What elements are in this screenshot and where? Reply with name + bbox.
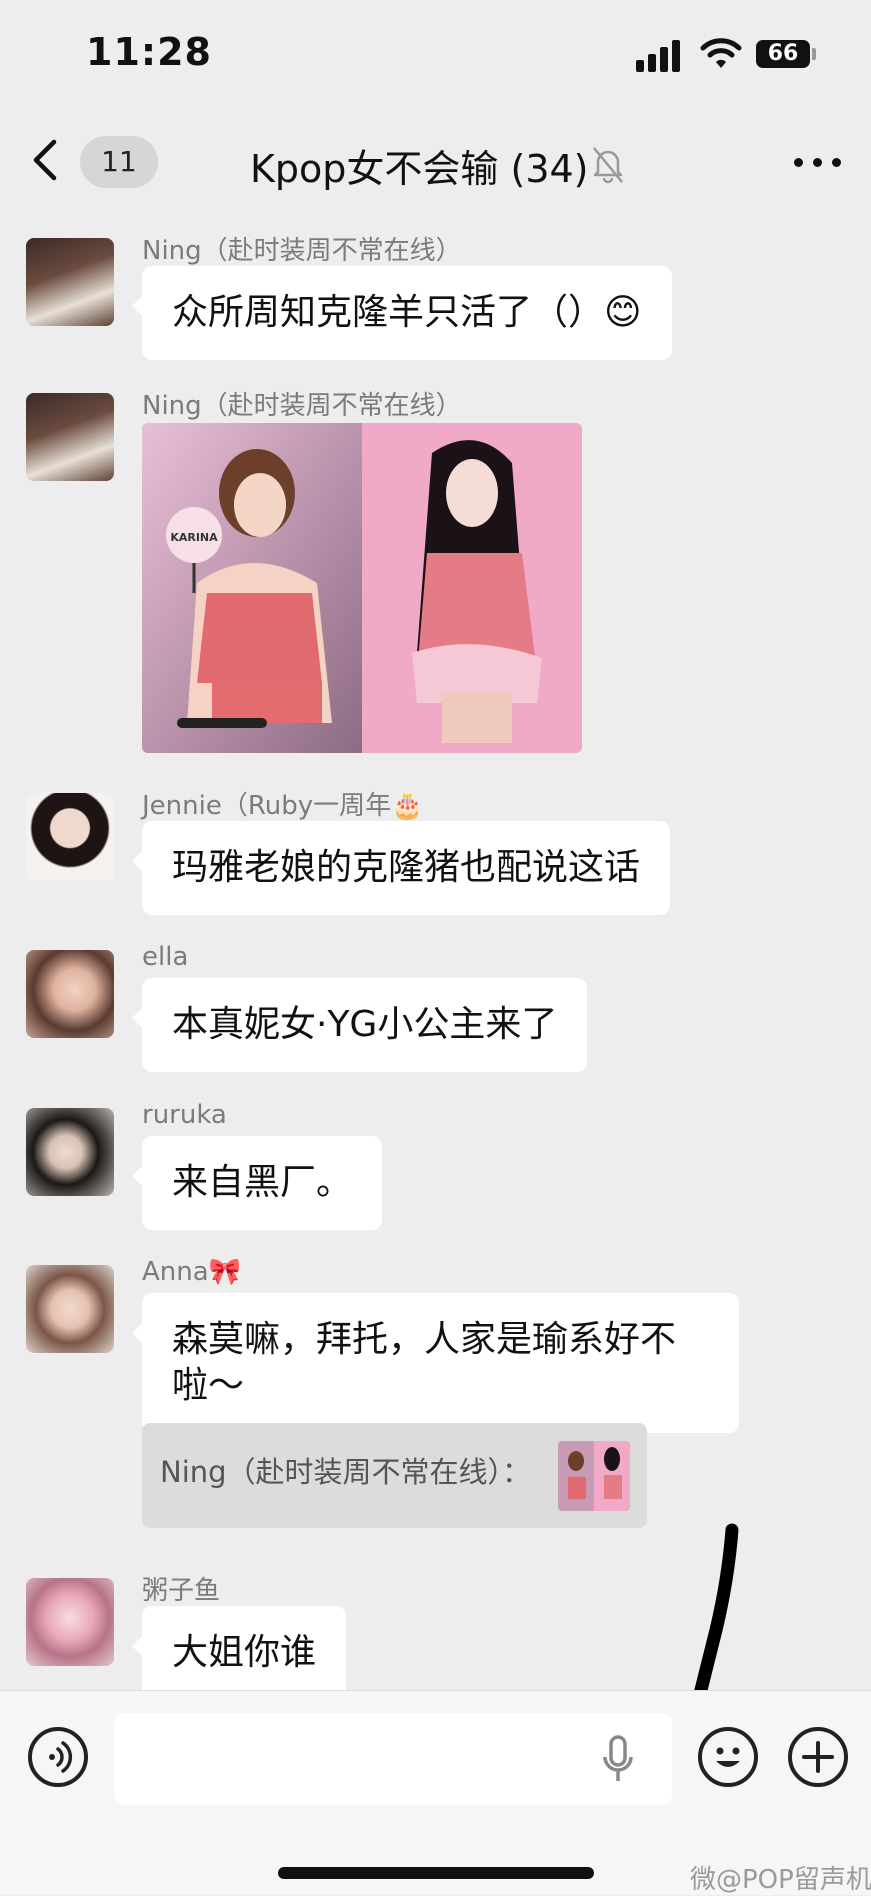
chat-header: 11 Kpop女不会输 (34) bbox=[0, 110, 871, 210]
more-options-button[interactable] bbox=[792, 140, 844, 180]
signal-icon bbox=[636, 38, 682, 72]
sender-name: ruruka bbox=[142, 1100, 227, 1130]
message-bubble[interactable]: 来自黑厂。 bbox=[131, 1136, 383, 1230]
quoted-image-thumbnail[interactable] bbox=[558, 1441, 630, 1511]
message-bubble[interactable]: 玛雅老娘的克隆猪也配说这话 bbox=[131, 821, 671, 915]
message-text-line: 森莫嘛，拜托，人家是瑜系好不 bbox=[172, 1319, 677, 1360]
emoji-icon bbox=[716, 1747, 740, 1767]
mic-icon[interactable] bbox=[600, 1735, 636, 1785]
message-item: ella 本真妮女·YG小公主来了 bbox=[0, 932, 871, 1072]
quoted-message[interactable]: Ning（赴时装周不常在线）： bbox=[142, 1423, 647, 1528]
sender-name: Jennie（Ruby一周年🎂 bbox=[142, 791, 424, 821]
sender-name: 粥子鱼 bbox=[142, 1576, 221, 1606]
avatar[interactable] bbox=[26, 238, 114, 326]
back-icon[interactable] bbox=[26, 136, 66, 184]
mute-bell-icon bbox=[593, 147, 623, 184]
message-item: Jennie（Ruby一周年🎂 玛雅老娘的克隆猪也配说这话 bbox=[0, 775, 871, 915]
quoted-text: Ning（赴时装周不常在线）： bbox=[160, 1455, 532, 1489]
battery-cap bbox=[812, 48, 816, 60]
home-indicator bbox=[278, 1867, 594, 1879]
message-item: ruruka 来自黑厂。 bbox=[0, 1090, 871, 1230]
sender-name: Ning（赴时装周不常在线） bbox=[142, 236, 462, 266]
chat-title[interactable]: Kpop女不会输 (34) bbox=[250, 138, 589, 193]
avatar[interactable] bbox=[26, 1265, 114, 1353]
emoji-button[interactable] bbox=[698, 1727, 758, 1787]
message-input[interactable] bbox=[114, 1713, 672, 1805]
more-dot-icon bbox=[794, 158, 803, 167]
message-bubble[interactable]: 大姐你谁 bbox=[131, 1606, 347, 1700]
voice-button[interactable] bbox=[28, 1727, 88, 1787]
image-caption-text: KARINA bbox=[170, 531, 218, 544]
input-bar: 微@POP留声机 bbox=[0, 1690, 871, 1895]
more-actions-button[interactable] bbox=[788, 1727, 848, 1787]
sender-name: Ning（赴时装周不常在线） bbox=[142, 391, 462, 421]
message-bubble[interactable]: 森莫嘛，拜托，人家是瑜系好不 啦～ bbox=[132, 1293, 739, 1433]
status-bar: 11:28 66 bbox=[0, 0, 871, 110]
message-item: Ning（赴时装周不常在线） 众所周知克隆羊只活了（）😊 bbox=[0, 220, 871, 360]
plus-icon bbox=[802, 1741, 834, 1773]
more-dot-icon bbox=[832, 158, 841, 167]
avatar[interactable] bbox=[26, 1108, 114, 1196]
battery-indicator: 66 bbox=[756, 40, 810, 68]
sender-name: ella bbox=[142, 942, 189, 972]
message-image[interactable]: KARINA bbox=[142, 423, 582, 753]
unread-count-badge[interactable]: 11 bbox=[80, 136, 158, 188]
avatar[interactable] bbox=[26, 793, 114, 881]
more-dot-icon bbox=[813, 158, 822, 167]
watermark-text: 微@POP留声机 bbox=[690, 1865, 871, 1895]
voice-icon bbox=[49, 1741, 73, 1773]
message-text-line: 啦～ bbox=[172, 1365, 245, 1406]
wifi-icon bbox=[700, 38, 742, 68]
avatar[interactable] bbox=[26, 1578, 114, 1666]
message-bubble[interactable]: 众所周知克隆羊只活了（）😊 bbox=[132, 266, 672, 360]
message-bubble[interactable]: 本真妮女·YG小公主来了 bbox=[131, 978, 588, 1072]
status-time: 11:28 bbox=[86, 30, 212, 74]
avatar[interactable] bbox=[26, 950, 114, 1038]
sender-name: Anna🎀 bbox=[142, 1257, 242, 1287]
avatar[interactable] bbox=[26, 393, 114, 481]
